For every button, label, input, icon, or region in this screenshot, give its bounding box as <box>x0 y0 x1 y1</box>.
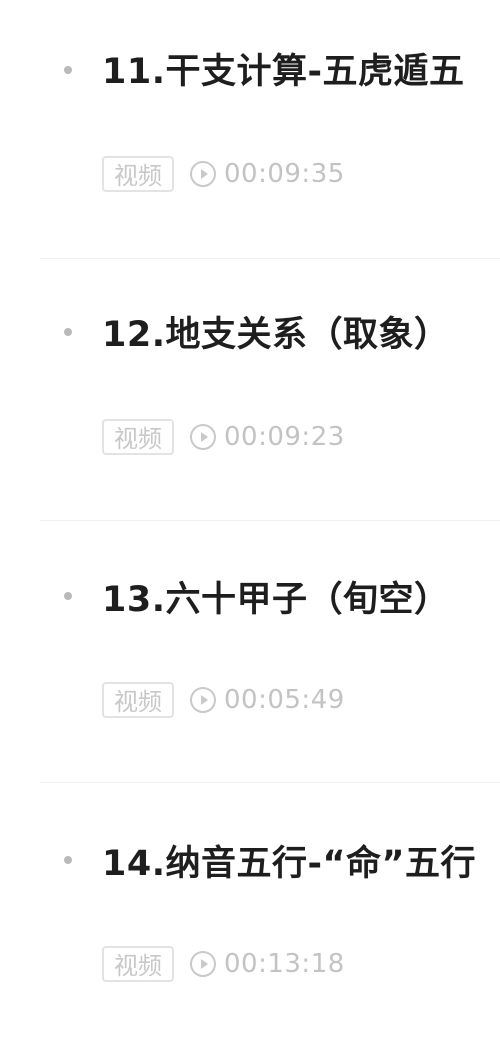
video-tag: 视频 <box>102 682 174 718</box>
lesson-item[interactable]: 14.纳音五行-“命”五行 视频 00:13:18 <box>0 786 500 1048</box>
dot-icon <box>64 328 72 336</box>
lesson-meta: 视频 00:09:35 <box>102 154 345 194</box>
lesson-meta: 视频 00:09:23 <box>102 417 345 457</box>
video-tag: 视频 <box>102 419 174 455</box>
lesson-item[interactable]: 13.六十甲子（旬空） 视频 00:05:49 <box>0 524 500 786</box>
lesson-title[interactable]: 11.干支计算-五虎遁五 <box>102 52 465 92</box>
play-circle-icon <box>190 424 216 450</box>
lesson-title[interactable]: 14.纳音五行-“命”五行 <box>102 844 476 884</box>
lesson-duration: 00:05:49 <box>224 685 345 715</box>
video-tag: 视频 <box>102 156 174 192</box>
lesson-duration: 00:13:18 <box>224 949 345 979</box>
divider <box>40 520 500 521</box>
lesson-meta: 视频 00:05:49 <box>102 680 345 720</box>
lesson-meta: 视频 00:13:18 <box>102 944 345 984</box>
lesson-duration: 00:09:35 <box>224 159 345 189</box>
play-circle-icon <box>190 951 216 977</box>
lesson-title[interactable]: 13.六十甲子（旬空） <box>102 580 450 620</box>
play-circle-icon <box>190 687 216 713</box>
play-circle-icon <box>190 161 216 187</box>
lesson-duration: 00:09:23 <box>224 422 345 452</box>
video-tag: 视频 <box>102 946 174 982</box>
divider <box>40 782 500 783</box>
lesson-list: 11.干支计算-五虎遁五 视频 00:09:35 12.地支关系（取象） 视频 … <box>0 0 500 1000</box>
lesson-item[interactable]: 12.地支关系（取象） 视频 00:09:23 <box>0 262 500 524</box>
lesson-item[interactable]: 11.干支计算-五虎遁五 视频 00:09:35 <box>0 0 500 262</box>
dot-icon <box>64 66 72 74</box>
dot-icon <box>64 592 72 600</box>
lesson-title[interactable]: 12.地支关系（取象） <box>102 315 450 355</box>
dot-icon <box>64 856 72 864</box>
divider <box>40 258 500 259</box>
